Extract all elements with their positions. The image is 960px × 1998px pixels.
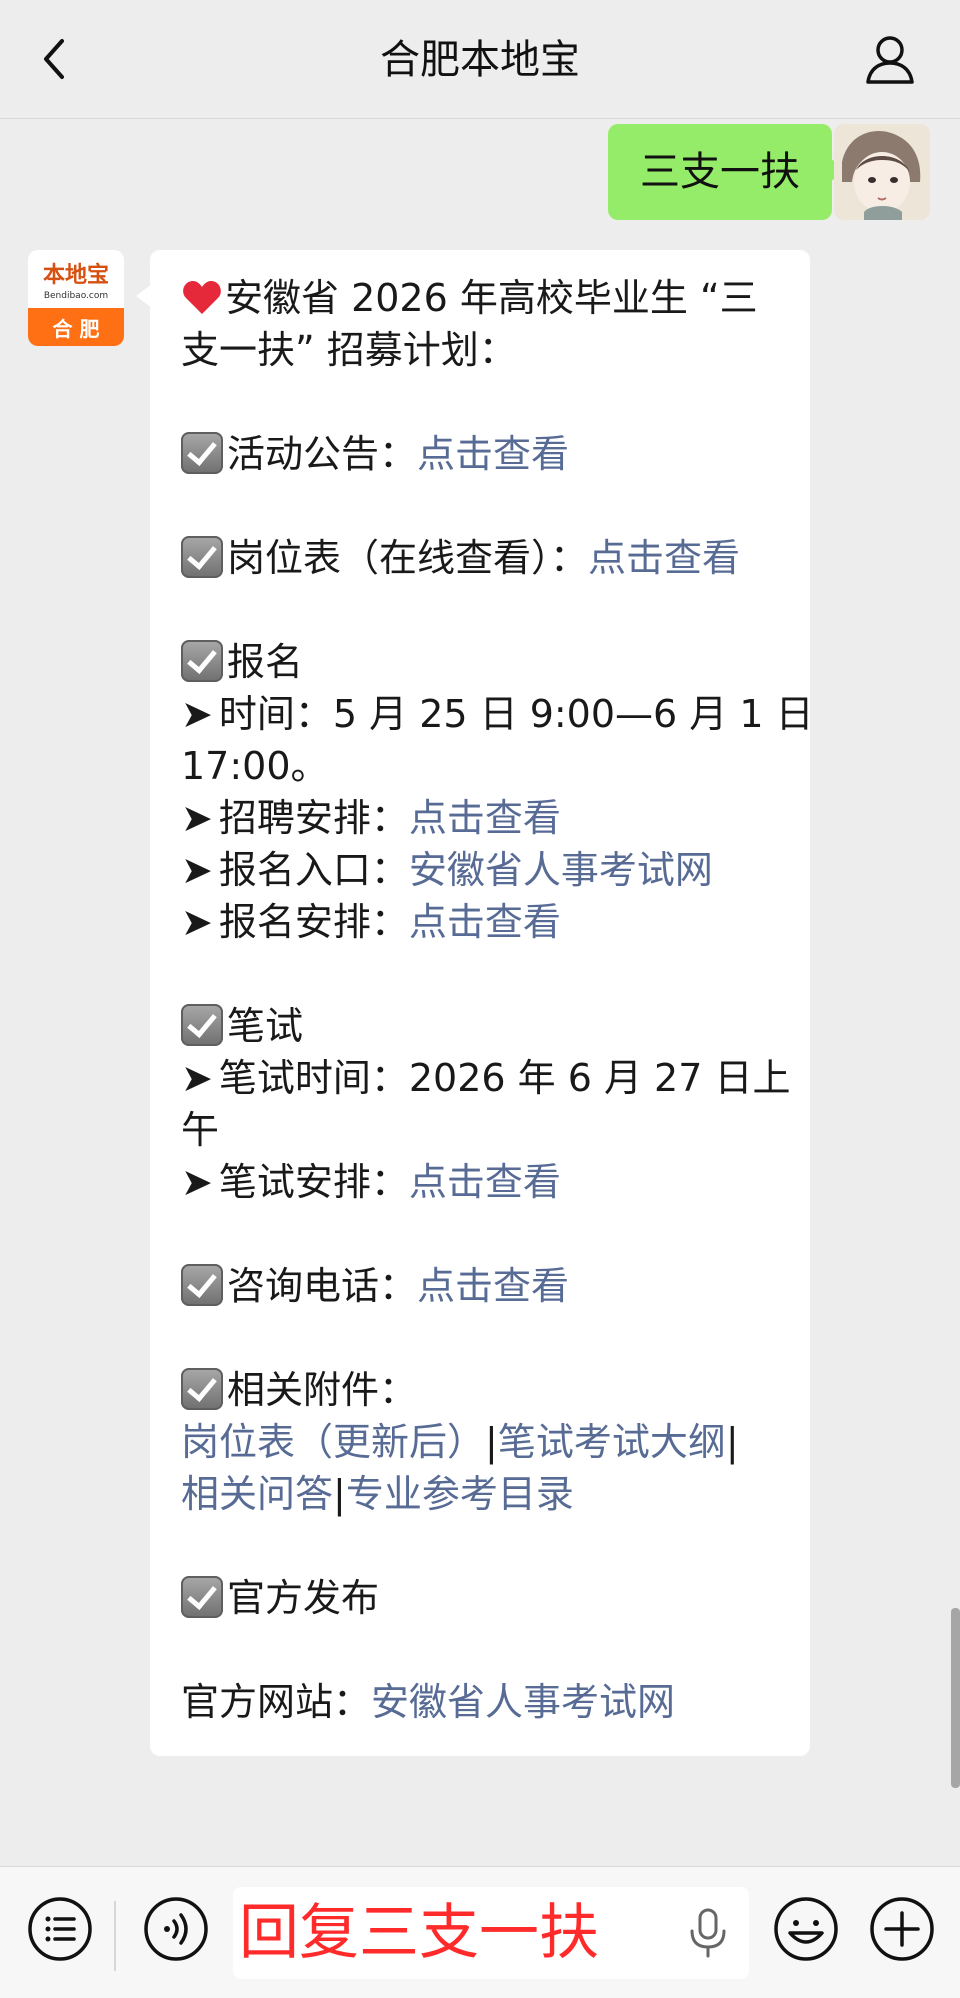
message-input[interactable]: 回复三支一扶 bbox=[233, 1887, 749, 1979]
exam-label: 笔试 bbox=[227, 1004, 304, 1048]
separator: | bbox=[333, 1472, 346, 1516]
post-row: 岗位表（在线查看）：点击查看 bbox=[181, 532, 782, 584]
emoji-icon[interactable] bbox=[772, 1895, 840, 1963]
check-box-icon bbox=[181, 1264, 223, 1306]
bot-avatar[interactable]: 本地宝 Bendibao.com 合 肥 bbox=[28, 250, 124, 346]
recruit-label: 招聘安排： bbox=[218, 796, 409, 840]
attachments-label: 相关附件： bbox=[227, 1368, 418, 1412]
check-box-icon bbox=[181, 1004, 223, 1046]
chat-title: 合肥本地宝 bbox=[380, 37, 580, 83]
check-box-icon bbox=[181, 1576, 223, 1618]
registration-row: 报名 bbox=[181, 636, 782, 688]
menu-list-icon[interactable] bbox=[26, 1895, 94, 1963]
arrangement-label: 报名安排： bbox=[218, 900, 409, 944]
check-box-icon bbox=[181, 432, 223, 474]
attachment-link-syllabus[interactable]: 笔试考试大纲 bbox=[498, 1420, 726, 1464]
arrangement-link[interactable]: 点击查看 bbox=[409, 900, 561, 944]
entry-link[interactable]: 安徽省人事考试网 bbox=[409, 848, 713, 892]
arrangement-row: ➤ 报名安排：点击查看 bbox=[181, 896, 782, 948]
heart-icon bbox=[183, 281, 221, 314]
message-input-text: 回复三支一扶 bbox=[239, 1898, 599, 1968]
phone-label: 咨询电话： bbox=[227, 1264, 418, 1308]
activity-link[interactable]: 点击查看 bbox=[417, 432, 569, 476]
attachment-link-faq[interactable]: 相关问答 bbox=[181, 1472, 333, 1516]
exam-arrangement-label: 笔试安排： bbox=[218, 1160, 409, 1204]
add-icon[interactable] bbox=[868, 1895, 936, 1963]
entry-label: 报名入口： bbox=[218, 848, 409, 892]
exam-arrangement-link[interactable]: 点击查看 bbox=[409, 1160, 561, 1204]
intro-text-1: 安徽省 2026 年高校毕业生 “三 bbox=[225, 276, 758, 320]
registration-label: 报名 bbox=[227, 640, 304, 684]
logo-text-main: 本地宝 bbox=[43, 262, 109, 288]
recruit-link[interactable]: 点击查看 bbox=[409, 796, 561, 840]
official-site-link[interactable]: 安徽省人事考试网 bbox=[371, 1680, 675, 1724]
attachments-links-1: 岗位表（更新后）|笔试考试大纲| bbox=[181, 1416, 782, 1468]
exam-arrangement-row: ➤ 笔试安排：点击查看 bbox=[181, 1156, 782, 1208]
exam-time-label: 笔试时间： bbox=[218, 1056, 409, 1100]
logo-text-url: Bendibao.com bbox=[44, 291, 108, 301]
separator: | bbox=[725, 1420, 739, 1464]
official-site-label: 官方网站： bbox=[181, 1680, 372, 1724]
chat-scrollbar[interactable] bbox=[951, 1608, 960, 1788]
arrow-icon: ➤ bbox=[181, 796, 213, 840]
exam-time-value: 2026 年 6 月 27 日上 bbox=[408, 1056, 791, 1100]
exam-time-row: ➤ 笔试时间：2026 年 6 月 27 日上 bbox=[181, 1052, 791, 1104]
arrow-icon: ➤ bbox=[181, 1056, 213, 1100]
time-value: 5 月 25 日 9:00—6 月 1 日 bbox=[332, 692, 814, 736]
time-value-cont: 17:00。 bbox=[181, 744, 329, 788]
intro-line: 安徽省 2026 年高校毕业生 “三 bbox=[181, 272, 782, 324]
arrow-icon: ➤ bbox=[181, 1160, 213, 1204]
chat-header: 合肥本地宝 bbox=[0, 0, 960, 119]
user-icon[interactable] bbox=[862, 32, 918, 88]
official-row: 官方发布 bbox=[181, 1572, 782, 1624]
exam-time-value-cont: 午 bbox=[181, 1108, 220, 1152]
logo-text-city: 合 肥 bbox=[53, 317, 100, 341]
bot-reply-bubble: 安徽省 2026 年高校毕业生 “三 支一扶” 招募计划： 活动公告：点击查看 … bbox=[136, 250, 814, 1756]
arrow-icon: ➤ bbox=[181, 900, 213, 944]
arrow-icon: ➤ bbox=[181, 848, 213, 892]
my-avatar[interactable] bbox=[834, 124, 930, 220]
entry-row: ➤ 报名入口：安徽省人事考试网 bbox=[181, 844, 782, 896]
input-bar: 回复三支一扶 bbox=[0, 1866, 960, 1998]
attachment-link-post[interactable]: 岗位表（更新后） bbox=[181, 1420, 485, 1464]
separator: | bbox=[485, 1420, 498, 1464]
official-site-row: 官方网站：安徽省人事考试网 bbox=[181, 1676, 782, 1728]
bendibao-logo-icon: 本地宝 Bendibao.com 合 肥 bbox=[28, 250, 124, 346]
microphone-icon[interactable] bbox=[687, 1907, 729, 1959]
post-link[interactable]: 点击查看 bbox=[588, 536, 740, 580]
my-message-bubble[interactable]: 三支一扶 bbox=[608, 124, 846, 220]
activity-label: 活动公告： bbox=[227, 432, 418, 476]
voice-icon[interactable] bbox=[142, 1895, 210, 1963]
activity-row: 活动公告：点击查看 bbox=[181, 428, 782, 480]
arrow-icon: ➤ bbox=[181, 692, 213, 736]
attachments-links-2: 相关问答|专业参考目录 bbox=[181, 1468, 782, 1520]
post-label: 岗位表（在线查看）： bbox=[227, 536, 589, 580]
intro-text-2: 支一扶” 招募计划： bbox=[181, 328, 517, 372]
phone-link[interactable]: 点击查看 bbox=[417, 1264, 569, 1308]
bar-divider bbox=[114, 1901, 116, 1971]
attachments-row: 相关附件： bbox=[181, 1364, 782, 1416]
phone-row: 咨询电话：点击查看 bbox=[181, 1260, 782, 1312]
attachment-link-major-catalog[interactable]: 专业参考目录 bbox=[346, 1472, 574, 1516]
time-row: ➤ 时间：5 月 25 日 9:00—6 月 1 日 bbox=[181, 688, 814, 740]
exam-row: 笔试 bbox=[181, 1000, 782, 1052]
check-box-icon bbox=[181, 1368, 223, 1410]
avatar-portrait-icon bbox=[834, 124, 930, 220]
recruit-row: ➤ 招聘安排：点击查看 bbox=[181, 792, 782, 844]
check-box-icon bbox=[181, 536, 223, 578]
check-box-icon bbox=[181, 640, 223, 682]
official-label: 官方发布 bbox=[227, 1576, 380, 1620]
time-label: 时间： bbox=[218, 692, 333, 736]
